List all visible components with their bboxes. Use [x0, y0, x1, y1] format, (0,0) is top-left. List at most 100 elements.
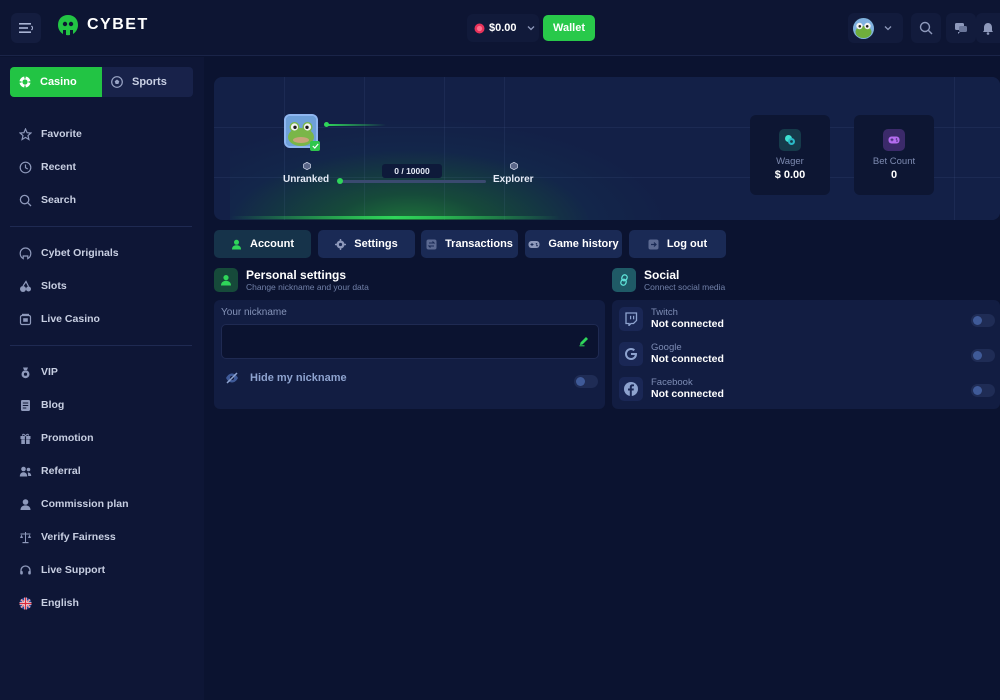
tab-casino[interactable]: Casino — [10, 67, 102, 97]
tab-settings-label: Settings — [354, 238, 398, 250]
user-menu[interactable] — [848, 13, 903, 43]
social-header: Social Connect social media — [612, 268, 725, 292]
chat-button[interactable] — [946, 13, 976, 43]
sidebar-item-label: Favorite — [41, 128, 82, 140]
sidebar-item-live-casino[interactable]: Live Casino — [18, 310, 100, 328]
hamburger-icon — [19, 23, 33, 33]
chevron-down-icon — [527, 26, 534, 31]
sidebar-item-label: Blog — [41, 399, 65, 411]
sidebar-item-promotion[interactable]: Promotion — [18, 429, 94, 447]
sidebar-item-label: Live Support — [41, 564, 106, 576]
gamepad-icon — [528, 240, 540, 248]
sidebar-item-label: English — [41, 597, 79, 609]
banner-grid-line — [954, 77, 955, 220]
sidebar-item-commission-plan[interactable]: Commission plan — [18, 495, 129, 513]
sidebar-divider — [10, 226, 192, 227]
social-subtitle: Connect social media — [644, 282, 726, 292]
wager-label: Wager — [776, 156, 804, 167]
tab-account[interactable]: Account — [214, 230, 311, 258]
tab-settings[interactable]: Settings — [318, 230, 415, 258]
sidebar-item-language[interactable]: English — [18, 594, 79, 612]
rank-hexagon-icon — [303, 162, 311, 170]
menu-toggle-button[interactable] — [11, 13, 41, 43]
sidebar-item-live-support[interactable]: Live Support — [18, 561, 105, 579]
soccer-ball-icon — [111, 76, 123, 88]
sidebar-item-label: Live Casino — [41, 313, 100, 325]
sidebar-item-search[interactable]: Search — [18, 191, 76, 209]
scales-icon — [18, 530, 32, 544]
twitch-toggle[interactable] — [971, 314, 995, 327]
sidebar-item-favorite[interactable]: Favorite — [18, 125, 82, 143]
coin-icon — [474, 23, 485, 33]
nickname-label: Your nickname — [221, 307, 287, 318]
originals-icon — [18, 246, 32, 260]
transactions-icon — [426, 239, 437, 249]
bet-count-label: Bet Count — [872, 156, 916, 167]
banner-grid-line — [364, 77, 365, 220]
commission-icon — [18, 497, 32, 511]
google-toggle[interactable] — [971, 349, 995, 362]
frog-avatar-icon — [853, 17, 874, 39]
tab-account-label: Account — [250, 238, 294, 250]
top-bar: CYBET $0.00 Wallet — [0, 0, 1000, 56]
tab-transactions[interactable]: Transactions — [421, 230, 518, 258]
sidebar-item-label: Search — [41, 194, 77, 206]
star-icon — [18, 127, 32, 141]
headset-icon — [18, 563, 32, 577]
wager-value: $ 0.00 — [774, 169, 806, 181]
wager-icon — [779, 129, 801, 151]
sidebar-item-slots[interactable]: Slots — [18, 277, 67, 295]
social-status: Not connected — [651, 388, 724, 400]
notifications-button[interactable] — [976, 13, 1000, 43]
facebook-toggle[interactable] — [971, 384, 995, 397]
social-title: Social — [644, 268, 680, 282]
sidebar-item-vip[interactable]: VIP — [18, 363, 58, 381]
social-name: Google — [651, 342, 682, 353]
rank-progress-bar — [340, 180, 486, 183]
sidebar-item-referral[interactable]: Referral — [18, 462, 81, 480]
sidebar-item-cybet-originals[interactable]: Cybet Originals — [18, 244, 119, 262]
nickname-input[interactable] — [221, 324, 599, 359]
user-icon — [232, 239, 241, 249]
search-icon — [18, 193, 32, 207]
sidebar-item-label: Recent — [41, 161, 77, 173]
clock-icon — [18, 160, 32, 174]
sidebar-item-label: Cybet Originals — [41, 247, 119, 259]
tab-sports-label: Sports — [132, 76, 167, 88]
social-name: Twitch — [651, 307, 678, 318]
hide-nickname-label: Hide my nickname — [250, 372, 347, 384]
casino-chip-icon — [19, 76, 31, 88]
social-status: Not connected — [651, 353, 724, 365]
search-button[interactable] — [911, 13, 941, 43]
verified-badge — [310, 141, 320, 151]
sidebar-item-recent[interactable]: Recent — [18, 158, 76, 176]
logout-icon — [648, 239, 659, 249]
tab-casino-label: Casino — [40, 76, 77, 88]
pencil-icon[interactable] — [578, 335, 590, 347]
tab-game-history[interactable]: Game history — [525, 230, 622, 258]
hide-nickname-row: Hide my nickname — [225, 372, 347, 384]
user-icon — [214, 268, 238, 292]
chat-icon — [955, 22, 967, 34]
sidebar-item-verify-fairness[interactable]: Verify Fairness — [18, 528, 116, 546]
brand-logo[interactable]: CYBET — [57, 14, 149, 36]
wallet-button[interactable]: Wallet — [543, 15, 595, 41]
blog-icon — [18, 398, 32, 412]
social-item-twitch: Twitch Not connected — [619, 307, 724, 331]
hide-nickname-toggle[interactable] — [574, 375, 598, 388]
balance-selector[interactable]: $0.00 — [467, 14, 539, 42]
referral-icon — [18, 464, 32, 478]
sidebar-divider — [10, 345, 192, 346]
facebook-icon — [619, 377, 643, 401]
sidebar-item-blog[interactable]: Blog — [18, 396, 64, 414]
tab-sports[interactable]: Sports — [102, 67, 193, 97]
link-icon — [612, 268, 636, 292]
logout-label: Log out — [666, 238, 708, 250]
search-icon — [919, 21, 933, 35]
bet-count-card: Bet Count 0 — [854, 115, 934, 195]
social-name: Facebook — [651, 377, 693, 388]
sidebar-item-label: Referral — [41, 465, 81, 477]
logout-button[interactable]: Log out — [629, 230, 726, 258]
progress-connector — [326, 124, 386, 126]
banner-grid-line — [444, 77, 445, 220]
